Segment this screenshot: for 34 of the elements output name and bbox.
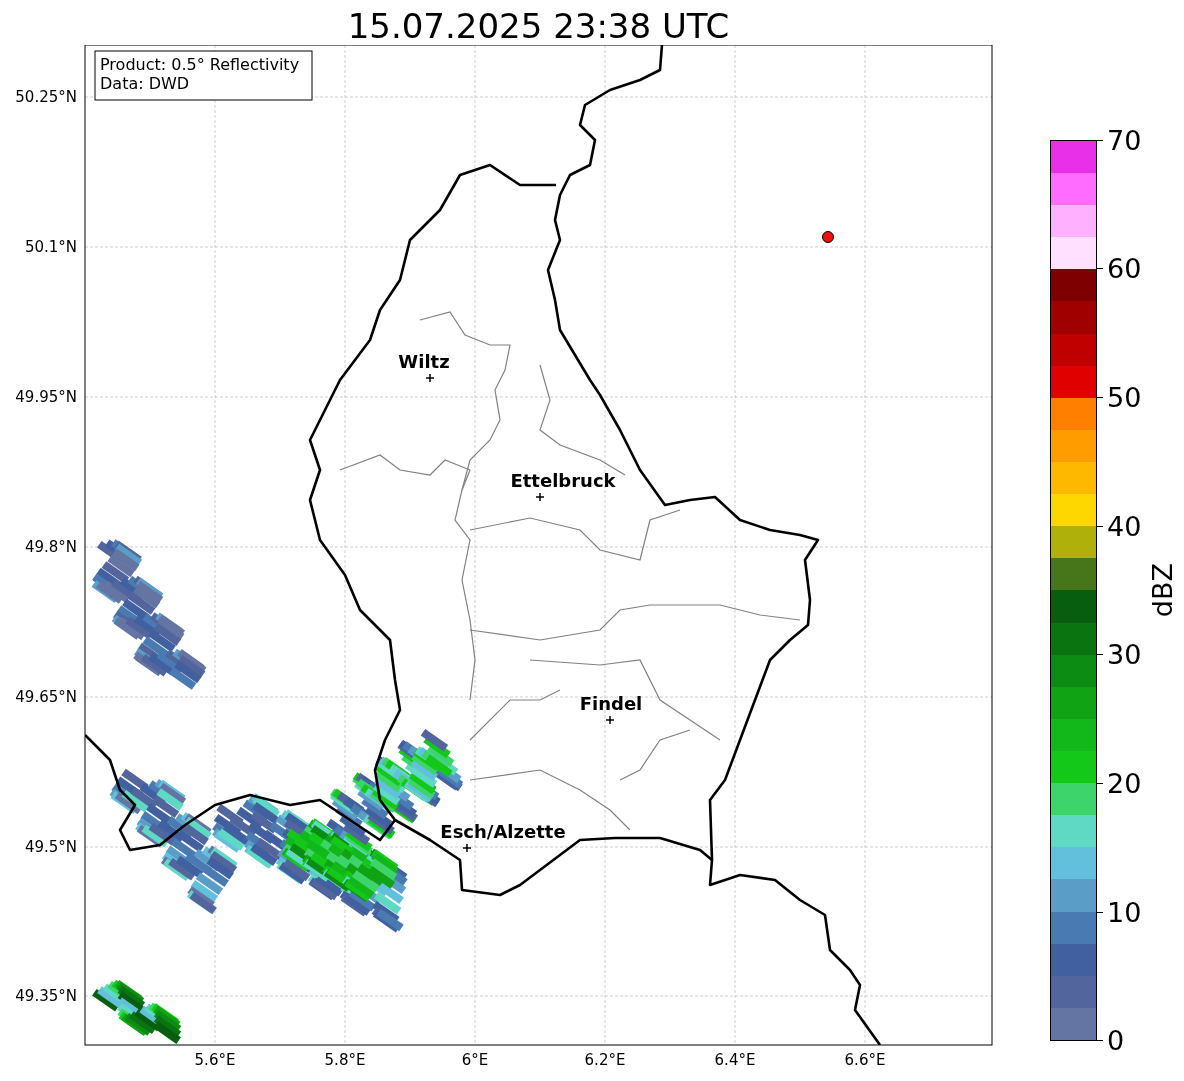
city-label: Wiltz bbox=[398, 351, 450, 372]
colorbar-tick-label: 60 bbox=[1107, 255, 1142, 283]
city-label: Ettelbruck bbox=[510, 470, 616, 491]
axis-tick-label: 50.25°N bbox=[15, 88, 77, 106]
info-text: Product: 0.5° Reflectivity bbox=[100, 55, 300, 74]
axis-tick-label: 50.1°N bbox=[24, 238, 77, 256]
axis-tick-label: 49.35°N bbox=[15, 987, 77, 1005]
axis-tick-label: 6.6°E bbox=[844, 1051, 886, 1069]
city-label: Findel bbox=[579, 693, 643, 714]
city-marker-icon bbox=[605, 715, 615, 725]
axis-tick-label: 49.8°N bbox=[24, 538, 77, 556]
colorbar-tick-label: 20 bbox=[1107, 770, 1142, 797]
radar-site-icon bbox=[822, 231, 834, 243]
axis-tick-label: 49.95°N bbox=[15, 388, 77, 406]
chart-title: 15.07.2025 23:38 UTC bbox=[346, 5, 731, 45]
axis-tick-label: 49.65°N bbox=[15, 688, 77, 706]
colorbar-label: dBZ bbox=[1147, 563, 1178, 618]
axis-tick-label: 6.2°E bbox=[584, 1051, 626, 1069]
city-marker-icon bbox=[535, 492, 545, 502]
colorbar-tick-label: 50 bbox=[1107, 383, 1142, 411]
city-marker-icon bbox=[425, 373, 435, 383]
axis-tick-label: 5.8°E bbox=[324, 1051, 366, 1069]
axis-tick-label: 6°E bbox=[461, 1051, 489, 1069]
axis-tick-label: 5.6°E bbox=[194, 1051, 236, 1069]
colorbar-tick-label: 30 bbox=[1107, 641, 1142, 669]
colorbar-tick-label: 0 bbox=[1107, 1027, 1125, 1055]
colorbar-tick-label: 10 bbox=[1107, 898, 1142, 926]
info-text: Data: DWD bbox=[100, 74, 190, 93]
axis-tick-label: 49.5°N bbox=[24, 838, 77, 856]
axis-tick-label: 6.4°E bbox=[714, 1051, 756, 1069]
colorbar-tick-label: 70 bbox=[1107, 126, 1142, 154]
city-label: Esch/Alzette bbox=[440, 821, 566, 842]
city-marker-icon bbox=[462, 843, 472, 853]
colorbar-tick-label: 40 bbox=[1107, 512, 1142, 540]
